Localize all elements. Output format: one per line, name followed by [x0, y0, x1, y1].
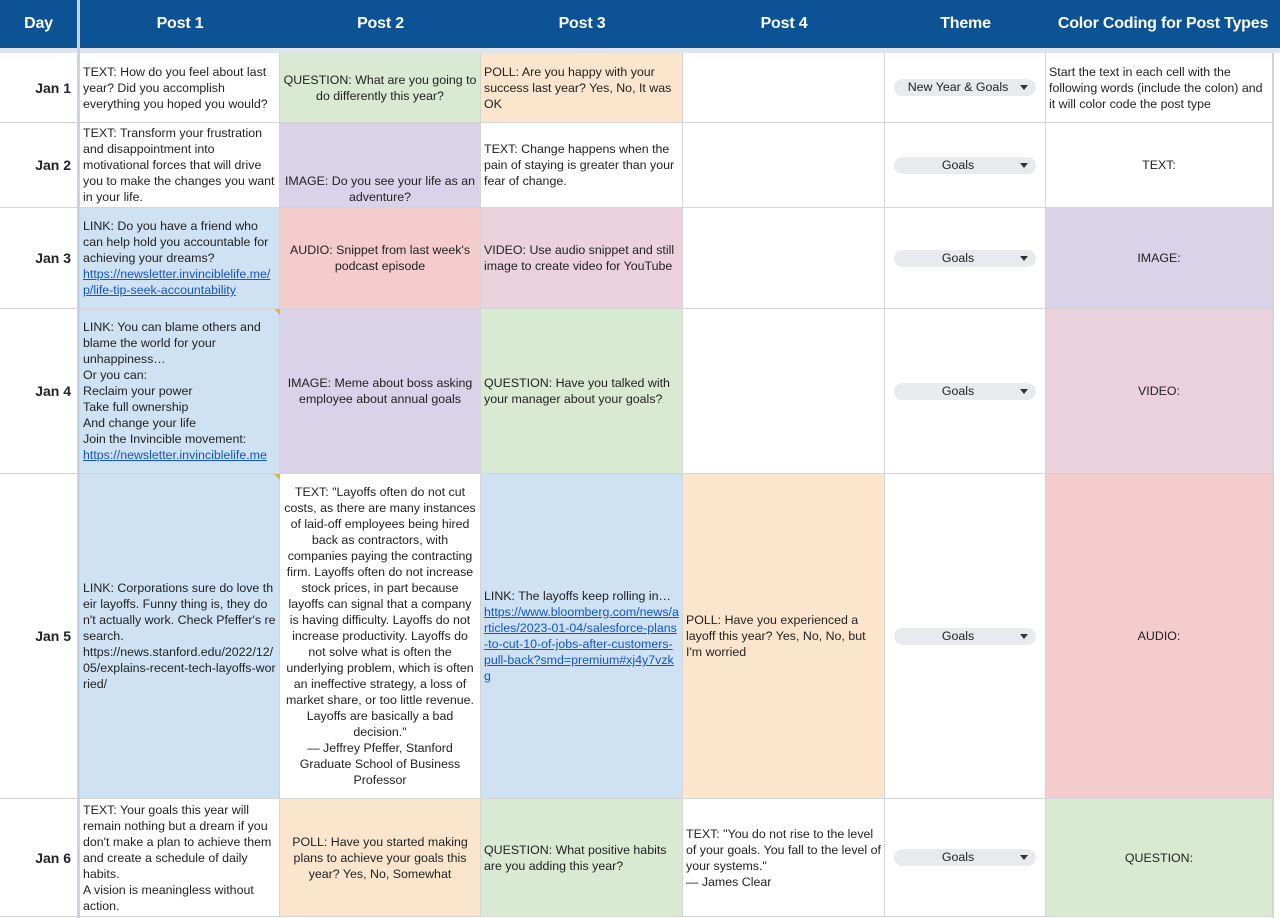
theme-dropdown[interactable]: Goals — [894, 249, 1036, 267]
color-coding-legend-cell[interactable]: VIDEO: — [1046, 309, 1273, 474]
day-cell[interactable]: Jan 6 — [0, 799, 77, 917]
post-1-cell[interactable]: LINK: You can blame others and blame the… — [80, 309, 280, 474]
post-2-cell[interactable]: POLL: Have you started making plans to a… — [280, 799, 481, 917]
column-header-post-1[interactable]: Post 1 — [80, 0, 280, 48]
post-2-cell[interactable]: TEXT: "Layoffs often do not cut costs, a… — [280, 474, 481, 799]
theme-dropdown-value: Goals — [941, 383, 975, 398]
post-3-cell[interactable]: QUESTION: What positive habits are you a… — [481, 799, 683, 917]
theme-cell: Goals — [885, 123, 1046, 208]
color-coding-legend-cell[interactable]: TEXT: — [1046, 123, 1273, 208]
post-3-cell[interactable]: TEXT: Change happens when the pain of st… — [481, 123, 683, 208]
post-link[interactable]: https://newsletter.invinciblelife.me/p/l… — [83, 266, 276, 298]
post-text: TEXT: "Layoffs often do not cut costs, a… — [284, 485, 476, 787]
day-cell[interactable]: Jan 1 — [0, 53, 77, 123]
post-text: LINK: The layoffs keep rolling in… — [484, 589, 671, 603]
column-header-theme[interactable]: Theme — [885, 0, 1046, 48]
post-text: AUDIO: Snippet from last week's podcast … — [289, 243, 474, 273]
theme-dropdown-value: Goals — [941, 250, 975, 265]
day-cell[interactable]: Jan 3 — [0, 208, 77, 309]
post-2-cell[interactable]: QUESTION: What are you going to do diffe… — [280, 53, 481, 123]
post-text: QUESTION: What positive habits are you a… — [484, 842, 670, 873]
post-text: IMAGE: Meme about boss asking employee a… — [287, 376, 476, 406]
post-3-cell[interactable]: LINK: The layoffs keep rolling in… https… — [481, 474, 683, 799]
post-3-cell[interactable]: VIDEO: Use audio snippet and still image… — [481, 208, 683, 309]
post-1-cell[interactable]: TEXT: How do you feel about last year? D… — [80, 53, 280, 123]
color-coding-instructions[interactable]: Start the text in each cell with the fol… — [1046, 53, 1273, 123]
theme-dropdown[interactable]: New Year & Goals — [894, 79, 1036, 96]
post-text: POLL: Are you happy with your success la… — [484, 64, 675, 111]
cell-note-indicator-icon[interactable] — [274, 309, 280, 315]
color-coding-legend-cell[interactable]: AUDIO: — [1046, 474, 1273, 799]
theme-cell: Goals — [885, 474, 1046, 799]
post-text: TEXT: Your goals this year will remain n… — [83, 802, 272, 913]
dropdown-caret-icon[interactable] — [1020, 633, 1028, 639]
column-header-post-2[interactable]: Post 2 — [280, 0, 481, 48]
post-text: POLL: Have you experienced a layoff this… — [686, 613, 869, 659]
post-4-cell[interactable] — [683, 208, 885, 309]
post-text: TEXT: Change happens when the pain of st… — [484, 142, 678, 188]
post-text: LINK: Do you have a friend who can help … — [83, 219, 272, 265]
post-text: TEXT: How do you feel about last year? D… — [83, 64, 270, 111]
post-text: VIDEO: Use audio snippet and still image… — [484, 243, 678, 273]
theme-dropdown[interactable]: Goals — [894, 156, 1036, 174]
post-4-cell[interactable]: POLL: Have you experienced a layoff this… — [683, 474, 885, 799]
dropdown-caret-icon[interactable] — [1020, 85, 1028, 90]
post-4-cell[interactable] — [683, 53, 885, 123]
column-header-day[interactable]: Day — [0, 0, 77, 48]
color-coding-legend-cell[interactable]: QUESTION: — [1046, 799, 1273, 917]
post-link[interactable]: https://newsletter.invinciblelife.me — [83, 447, 276, 463]
dropdown-caret-icon[interactable] — [1020, 855, 1028, 860]
day-cell[interactable]: Jan 5 — [0, 474, 77, 799]
theme-cell: Goals — [885, 309, 1046, 474]
day-cell[interactable]: Jan 2 — [0, 123, 77, 208]
next-column-edge — [1273, 53, 1280, 918]
dropdown-caret-icon[interactable] — [1020, 255, 1028, 261]
column-header-post-4[interactable]: Post 4 — [683, 0, 885, 48]
post-text: QUESTION: Have you talked with your mana… — [484, 376, 674, 406]
column-header-color-coding[interactable]: Color Coding for Post Types — [1046, 0, 1280, 48]
post-link[interactable]: https://www.bloomberg.com/news/articles/… — [484, 604, 679, 684]
theme-dropdown-value: Goals — [941, 850, 975, 864]
post-1-cell[interactable]: TEXT: Transform your frustration and dis… — [80, 123, 280, 208]
post-text: IMAGE: Do you see your life as an advent… — [284, 174, 479, 204]
theme-cell: Goals — [885, 799, 1046, 917]
post-text: TEXT: "You do not rise to the level of y… — [686, 826, 881, 889]
column-header-post-3[interactable]: Post 3 — [481, 0, 683, 48]
post-4-cell[interactable] — [683, 309, 885, 474]
theme-dropdown-value: Goals — [941, 628, 975, 643]
post-3-cell[interactable]: POLL: Are you happy with your success la… — [481, 53, 683, 123]
theme-dropdown[interactable]: Goals — [894, 849, 1036, 866]
cell-note-indicator-icon[interactable] — [274, 474, 280, 480]
content-calendar-sheet: Day Post 1 Post 2 Post 3 Post 4 Theme Co… — [0, 0, 1280, 918]
post-2-cell[interactable]: IMAGE: Meme about boss asking employee a… — [280, 309, 481, 474]
theme-dropdown[interactable]: Goals — [894, 382, 1036, 400]
post-text: LINK: You can blame others and blame the… — [83, 320, 261, 446]
theme-dropdown[interactable]: Goals — [894, 627, 1036, 645]
theme-dropdown-value: Goals — [941, 157, 975, 172]
theme-cell: New Year & Goals — [885, 53, 1046, 123]
theme-dropdown-value: New Year & Goals — [907, 80, 1009, 94]
post-text: LINK: Corporations sure do love their la… — [83, 581, 276, 691]
post-1-cell[interactable]: TEXT: Your goals this year will remain n… — [80, 799, 280, 917]
color-coding-legend-cell[interactable]: IMAGE: — [1046, 208, 1273, 309]
post-2-cell[interactable]: AUDIO: Snippet from last week's podcast … — [280, 208, 481, 309]
post-1-cell[interactable]: LINK: Corporations sure do love their la… — [80, 474, 280, 799]
post-3-cell[interactable]: QUESTION: Have you talked with your mana… — [481, 309, 683, 474]
dropdown-caret-icon[interactable] — [1020, 162, 1028, 168]
post-4-cell[interactable] — [683, 123, 885, 208]
post-text: QUESTION: What are you going to do diffe… — [283, 72, 480, 103]
post-2-cell[interactable]: IMAGE: Do you see your life as an advent… — [280, 123, 481, 208]
post-4-cell[interactable]: TEXT: "You do not rise to the level of y… — [683, 799, 885, 917]
dropdown-caret-icon[interactable] — [1020, 388, 1028, 394]
post-text: TEXT: Transform your frustration and dis… — [83, 126, 278, 204]
post-1-cell[interactable]: LINK: Do you have a friend who can help … — [80, 208, 280, 309]
post-text: POLL: Have you started making plans to a… — [292, 834, 472, 881]
theme-cell: Goals — [885, 208, 1046, 309]
day-cell[interactable]: Jan 4 — [0, 309, 77, 474]
